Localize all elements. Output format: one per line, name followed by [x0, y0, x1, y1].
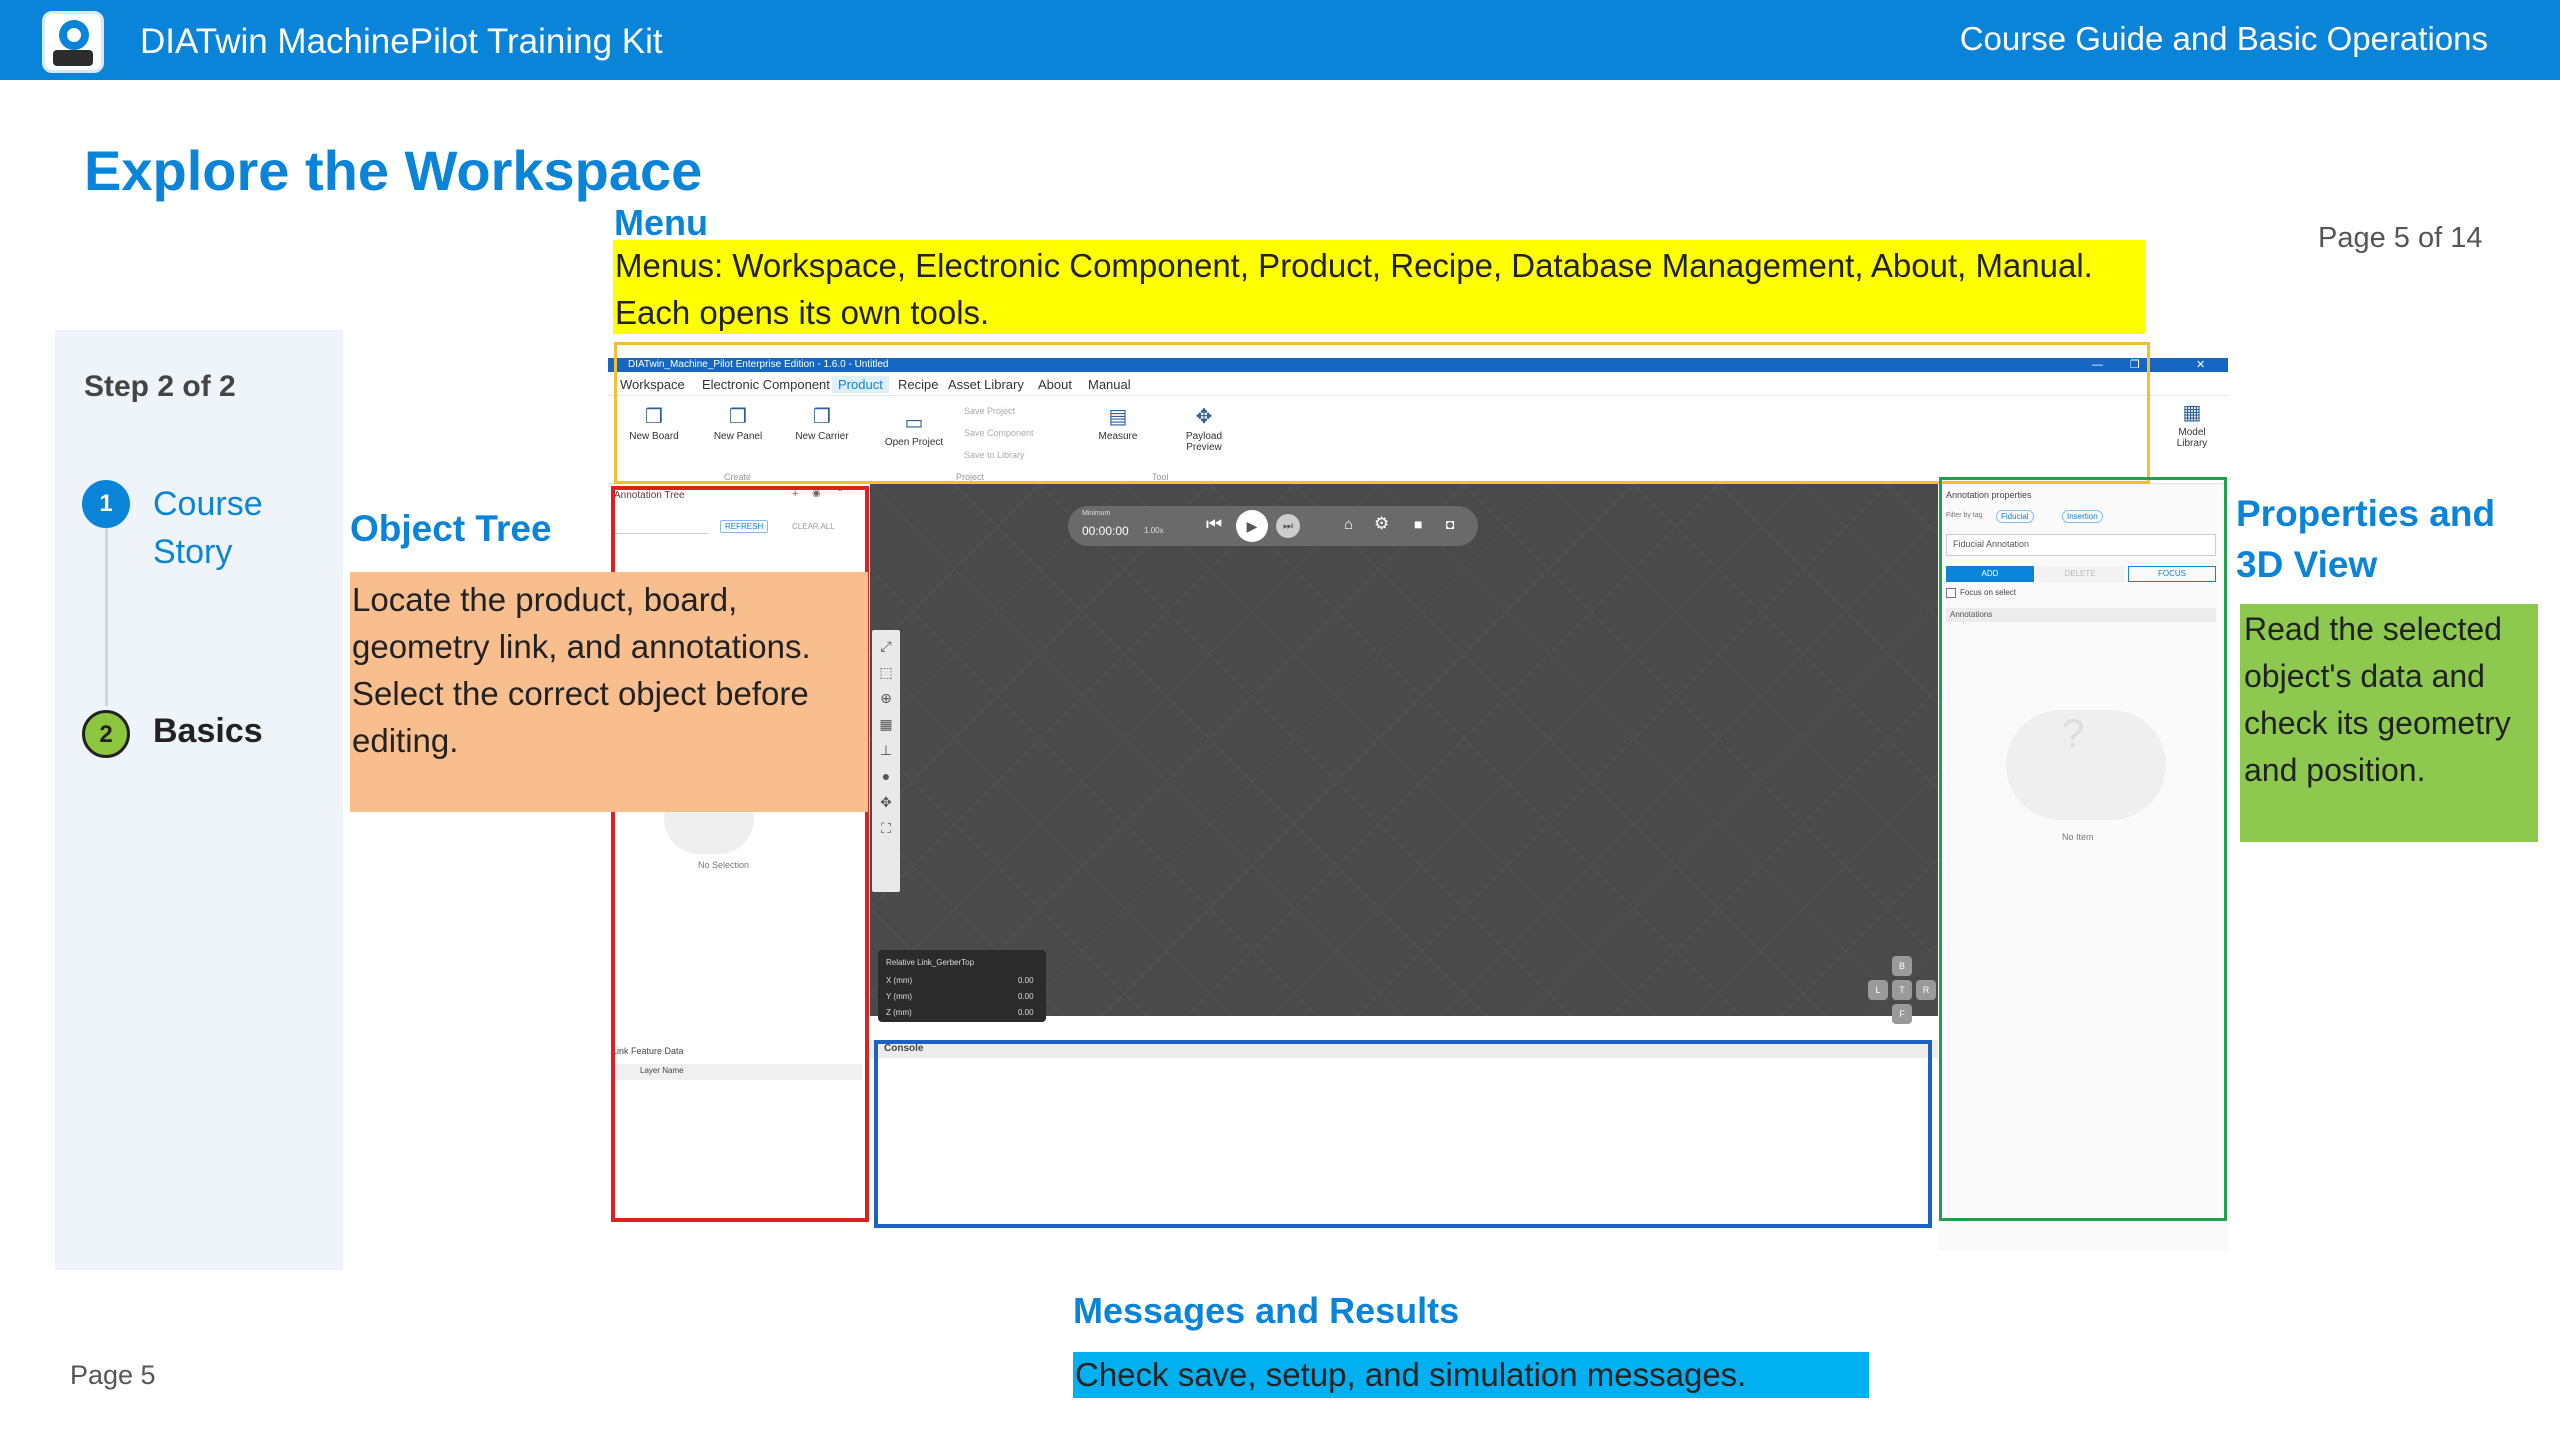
- object-tree-callout-title: Object Tree: [350, 508, 552, 549]
- gear-icon[interactable]: ⚙: [1374, 514, 1389, 534]
- menu-callout-text: Menus: Workspace, Electronic Component, …: [613, 240, 2145, 334]
- play-icon[interactable]: ▶: [1236, 510, 1268, 542]
- axes-icon[interactable]: ⊥: [876, 740, 896, 760]
- page-title: Explore the Workspace: [84, 139, 703, 202]
- properties-callout-text: Read the selected object's data and chec…: [2240, 604, 2538, 842]
- nav-right[interactable]: R: [1916, 980, 1936, 1000]
- menu-callout-title: Menu: [614, 202, 708, 243]
- step-2-link[interactable]: Basics: [153, 712, 263, 751]
- step-sidebar: [55, 330, 343, 1270]
- coord-y-label: Y (mm): [886, 992, 913, 1001]
- step-progress-label: Step 2 of 2: [84, 370, 236, 403]
- viewport-toolstrip: ⤢ ⬚ ⊕ ▦ ⊥ ● ✥ ⛶: [872, 630, 900, 892]
- messages-highlight-box: [874, 1040, 1932, 1228]
- guide-title: Course Guide and Basic Operations: [1959, 20, 2488, 57]
- footer-page-number: Page 5: [70, 1360, 156, 1390]
- nav-back[interactable]: B: [1892, 956, 1912, 976]
- close-icon[interactable]: ✕: [2196, 358, 2205, 372]
- app-title: DIATwin MachinePilot Training Kit: [140, 22, 663, 61]
- frame-icon[interactable]: ⛶: [876, 818, 896, 838]
- coord-y-value: 0.00: [1018, 992, 1034, 1001]
- messages-callout-text: Check save, setup, and simulation messag…: [1073, 1352, 1869, 1398]
- step-connector-line: [105, 528, 108, 706]
- fit-view-icon[interactable]: ⤢: [876, 636, 896, 656]
- nav-front[interactable]: F: [1892, 1004, 1912, 1024]
- messages-callout-title: Messages and Results: [1073, 1290, 1460, 1331]
- page-counter: Page 5 of 14: [2318, 222, 2483, 254]
- properties-highlight-box: [1939, 477, 2227, 1221]
- coord-x-label: X (mm): [886, 976, 913, 985]
- nav-left[interactable]: L: [1868, 980, 1888, 1000]
- properties-callout-title: Properties and 3D View: [2236, 493, 2496, 585]
- step-1-link[interactable]: Course Story: [153, 480, 313, 576]
- skip-back-icon[interactable]: ⏮: [1206, 514, 1222, 535]
- step-forward-icon[interactable]: ⏭: [1276, 514, 1300, 538]
- viewport-grid: [870, 484, 1938, 1016]
- 3d-viewport[interactable]: [870, 484, 1938, 1016]
- coord-x-value: 0.00: [1018, 976, 1034, 985]
- view-navigation-cube: B L T R F: [1868, 956, 1936, 1024]
- coord-title: Relative Link_GerberTop: [886, 958, 975, 967]
- coordinate-readout: Relative Link_GerberTop X (mm) 0.00 Y (m…: [878, 950, 1046, 1022]
- sphere-icon[interactable]: ●: [876, 766, 896, 786]
- step-2-badge[interactable]: 2: [82, 710, 130, 758]
- play-time: 00:00:00: [1082, 524, 1129, 538]
- video-icon[interactable]: ■: [1414, 516, 1422, 532]
- coord-z-label: Z (mm): [886, 1008, 912, 1017]
- select-box-icon[interactable]: ⬚: [876, 662, 896, 682]
- simulation-playbar: Minimum 00:00:00 1.00x ⏮ ▶ ⏭ ⌂ ⚙ ■ ◘: [1068, 506, 1478, 546]
- menu-highlight-box: [614, 342, 2150, 484]
- diatwin-logo-icon: [42, 11, 104, 73]
- camera-icon[interactable]: ◘: [1446, 516, 1454, 532]
- object-tree-callout-text: Locate the product, board, geometry link…: [350, 572, 868, 812]
- nav-top[interactable]: T: [1892, 980, 1912, 1000]
- robot-icon[interactable]: ⌂: [1344, 516, 1353, 533]
- library-icon: ▦: [2182, 402, 2202, 424]
- step-1-badge[interactable]: 1: [82, 480, 130, 528]
- zoom-icon[interactable]: ⊕: [876, 688, 896, 708]
- grid-icon[interactable]: ▦: [876, 714, 896, 734]
- move-icon[interactable]: ✥: [876, 792, 896, 812]
- model-library-button[interactable]: ▦ Model Library: [2162, 400, 2222, 449]
- play-mode-label: Minimum: [1082, 510, 1111, 517]
- coord-z-value: 0.00: [1018, 1008, 1034, 1017]
- play-speed: 1.00x: [1144, 526, 1164, 535]
